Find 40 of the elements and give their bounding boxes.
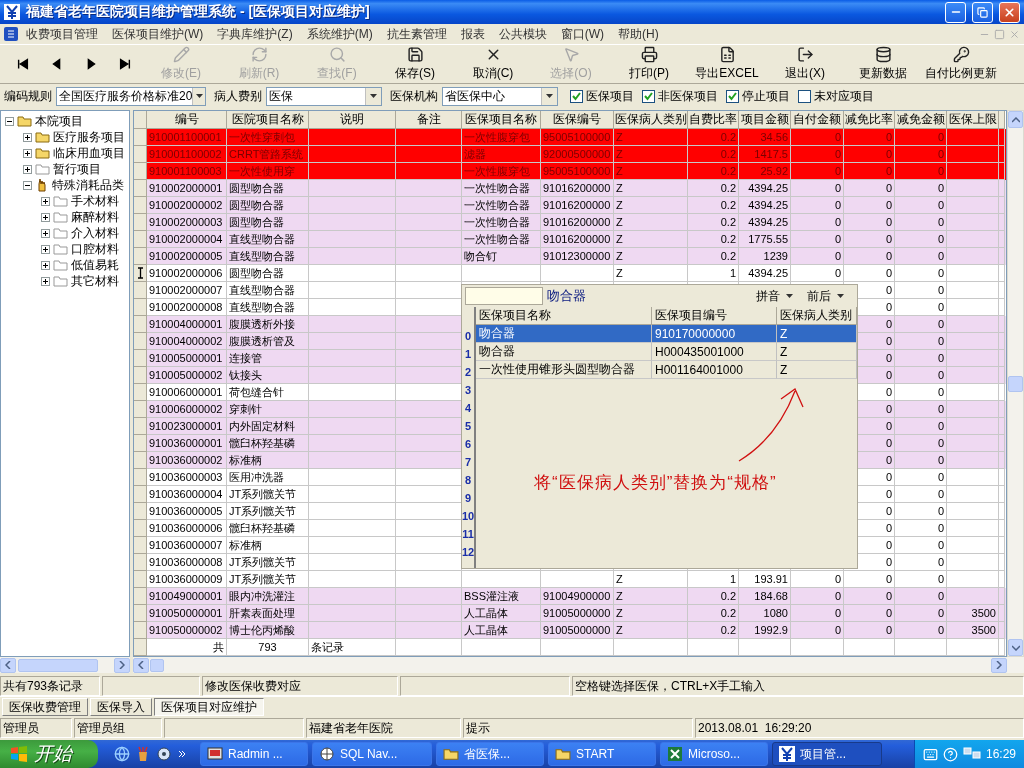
table-cell: Z (777, 361, 857, 379)
row-number: 9 (463, 491, 473, 506)
status-text: 2013.08.01 16:29:20 (695, 718, 1024, 738)
table-cell: 共 (147, 639, 227, 656)
row-number: 7 (463, 455, 473, 470)
row-number: 10 (462, 509, 474, 524)
table-cell: 条记录 (309, 639, 396, 656)
table-cell: 吻合器 (476, 325, 652, 343)
row-number: 8 (463, 473, 473, 488)
table-cell: Z (777, 325, 857, 343)
row-number: 3 (463, 383, 473, 398)
row-number: 11 (462, 527, 474, 542)
annotation-text: 将“医保病人类别”替换为“规格” (534, 472, 777, 494)
row-number: 4 (463, 401, 473, 416)
status-text: 提示 (463, 718, 693, 738)
row-number: 2 (463, 365, 473, 380)
table-cell: 一次性使用锥形头圆型吻合器 (476, 361, 652, 379)
status-text: 空格键选择医保，CTRL+X手工输入 (572, 676, 1024, 696)
field-label: 编码规则 (4, 87, 52, 105)
query-text: 吻合器 (547, 287, 587, 305)
row-number: 1 (463, 347, 473, 362)
table-cell: H001164001000 (652, 361, 777, 379)
table-cell: 吻合器 (476, 343, 652, 361)
field-label: 病人费别 (214, 87, 262, 105)
row-number: 0 (463, 329, 473, 344)
status-text: 管理员组 (74, 718, 162, 738)
status-text: 共有793条记录 (0, 676, 100, 696)
table-cell: H000435001000 (652, 343, 777, 361)
window-title: 福建省老年医院项目维护管理系统 - [医保项目对应维护] (26, 3, 371, 21)
row-number: 5 (463, 419, 473, 434)
clock: 16:29 (985, 747, 1016, 761)
status-text: 修改医保收费对应 (202, 676, 398, 696)
field-label: 医保机构 (390, 87, 438, 105)
status-text: 福建省老年医院 (306, 718, 461, 738)
table-cell: 793 (227, 639, 309, 656)
table-cell: Z (777, 343, 857, 361)
table-cell: 910170000000 (652, 325, 777, 343)
row-number: 12 (462, 545, 474, 560)
row-number: 6 (463, 437, 473, 452)
status-text: 管理员 (0, 718, 72, 738)
